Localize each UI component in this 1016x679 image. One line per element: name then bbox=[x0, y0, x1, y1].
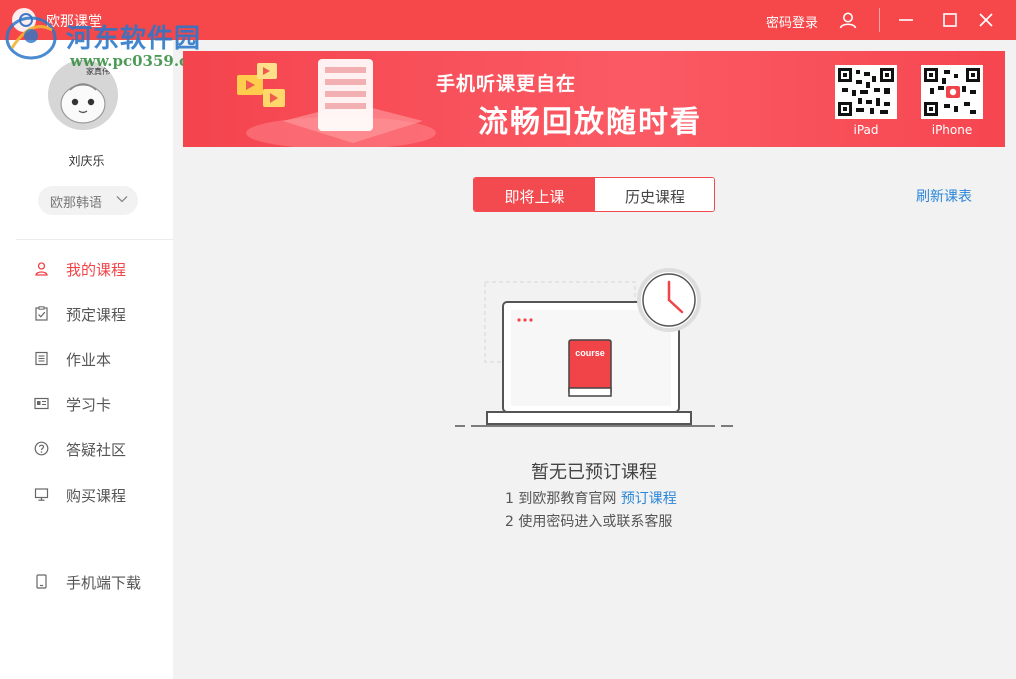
user-icon bbox=[35, 262, 48, 276]
close-icon[interactable] bbox=[974, 8, 998, 32]
question-circle-icon bbox=[34, 441, 49, 456]
hint-1-text: 1 到欧那教育官网 bbox=[505, 491, 617, 507]
empty-laptop-illustration: course bbox=[455, 268, 733, 427]
qr-code-icon bbox=[838, 68, 894, 116]
sidebar-item-label: 学习卡 bbox=[66, 396, 112, 414]
banner-tagline: 流畅回放随时看 bbox=[478, 105, 702, 140]
sidebar-item-label: 答疑社区 bbox=[66, 441, 127, 459]
refresh-schedule-link[interactable]: 刷新课表 bbox=[916, 186, 972, 206]
sidebar-item-homework[interactable]: 作业本 bbox=[30, 346, 160, 372]
minimize-icon[interactable] bbox=[894, 8, 918, 32]
app-title: 欧那课堂 bbox=[46, 14, 102, 30]
qr-code-iphone bbox=[921, 65, 983, 119]
id-card-icon bbox=[34, 397, 49, 410]
promo-banner[interactable]: 手机听课更自在 流畅回放随时看 iPad iPhone bbox=[183, 51, 1005, 147]
sidebar-item-buy-course[interactable]: 购买课程 bbox=[30, 482, 160, 508]
sidebar-item-label: 手机端下载 bbox=[66, 574, 142, 592]
sidebar-item-label: 购买课程 bbox=[66, 487, 127, 505]
qr-label-iphone: iPhone bbox=[931, 123, 973, 137]
reserve-course-link[interactable]: 预订课程 bbox=[621, 491, 677, 507]
title-separator bbox=[879, 8, 880, 32]
language-select[interactable]: 欧那韩语 bbox=[38, 186, 138, 215]
qr-code-icon bbox=[924, 68, 980, 116]
notebook-icon bbox=[35, 351, 48, 366]
sidebar-item-label: 我的课程 bbox=[66, 261, 127, 279]
user-name: 刘庆乐 bbox=[68, 154, 105, 168]
empty-state-hint-1: 1 到欧那教育官网 预订课程 bbox=[505, 488, 677, 508]
password-login-link[interactable]: 密码登录 bbox=[766, 12, 818, 31]
user-circle-icon[interactable] bbox=[838, 10, 858, 30]
monitor-icon bbox=[34, 488, 49, 501]
banner-headline: 手机听课更自在 bbox=[436, 73, 577, 95]
empty-state-hint-2: 2 使用密码进入或联系客服 bbox=[505, 514, 673, 530]
course-tabs: 即将上课 历史课程 bbox=[473, 177, 715, 212]
tab-upcoming[interactable]: 即将上课 bbox=[474, 178, 595, 211]
sidebar-item-reserve-course[interactable]: 预定课程 bbox=[30, 301, 160, 327]
chevron-down-icon bbox=[116, 196, 128, 203]
app-logo-icon bbox=[12, 8, 36, 32]
avatar[interactable]: 家真伟 bbox=[48, 60, 118, 130]
book-label: course bbox=[575, 348, 605, 358]
qr-label-ipad: iPad bbox=[853, 123, 879, 137]
title-bar: 欧那课堂 密码登录 bbox=[0, 0, 1016, 40]
avatar-badge: 家真伟 bbox=[86, 67, 110, 76]
sidebar-item-label: 作业本 bbox=[66, 351, 112, 369]
sidebar-item-mobile-download[interactable]: 手机端下载 bbox=[30, 569, 160, 595]
language-select-value: 欧那韩语 bbox=[50, 196, 103, 211]
clipboard-check-icon bbox=[35, 306, 48, 321]
sidebar: 家真伟 刘庆乐 欧那韩语 我的课程 预定课程 作业本 学习卡 答疑社区 购买课程… bbox=[0, 40, 173, 679]
tab-history[interactable]: 历史课程 bbox=[595, 178, 714, 211]
sidebar-divider bbox=[16, 239, 173, 240]
qr-code-ipad bbox=[835, 65, 897, 119]
maximize-icon[interactable] bbox=[938, 8, 962, 32]
mobile-icon bbox=[36, 574, 47, 589]
sidebar-item-label: 预定课程 bbox=[66, 306, 127, 324]
banner-illustration bbox=[237, 59, 436, 147]
sidebar-item-my-courses[interactable]: 我的课程 bbox=[30, 256, 160, 282]
sidebar-item-study-card[interactable]: 学习卡 bbox=[30, 391, 160, 417]
empty-state-title: 暂无已预订课程 bbox=[531, 462, 657, 483]
